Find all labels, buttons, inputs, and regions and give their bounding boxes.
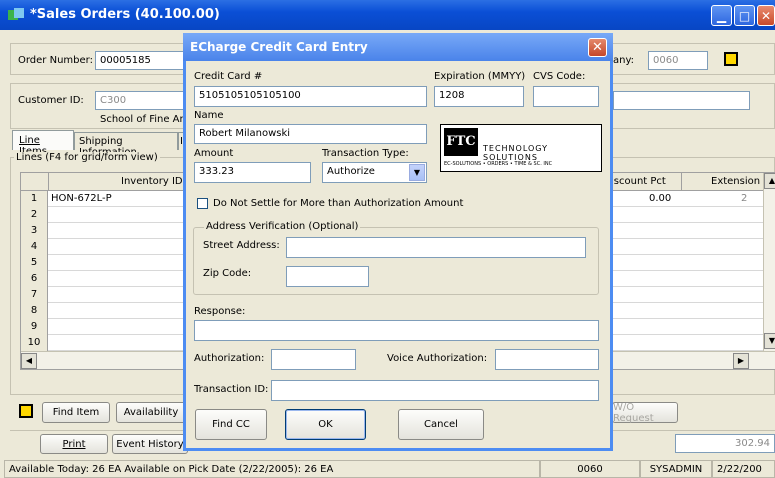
chevron-down-icon[interactable]: ▼ <box>409 164 425 181</box>
row-number: 9 <box>21 319 48 335</box>
sales-order-app-icon <box>8 8 24 20</box>
order-number-label: Order Number: <box>18 55 93 66</box>
status-user: SYSADMIN <box>640 460 712 478</box>
col-inventory-id[interactable]: Inventory ID <box>121 176 183 187</box>
response-label: Response: <box>194 306 246 317</box>
no-settle-label: Do Not Settle for More than Authorizatio… <box>213 198 464 209</box>
window-title: *Sales Orders (40.100.00) <box>30 7 220 22</box>
no-settle-checkbox[interactable] <box>197 198 208 209</box>
cvs-label: CVS Code: <box>533 71 586 82</box>
row-discount-pct: 0.00 <box>649 193 672 204</box>
logo-subtext: EC-SOLUTIONS • ORDERS • TIME & SC. INC <box>444 161 553 167</box>
name-label: Name <box>194 110 224 121</box>
row-number: 8 <box>21 303 48 319</box>
street-address-field[interactable] <box>286 237 586 258</box>
minimize-icon: ▁ <box>716 8 727 23</box>
row-inventory-id: HON-672L-P <box>51 193 112 204</box>
maximize-button[interactable]: □ <box>734 5 755 26</box>
transaction-type-value: Authorize <box>327 166 375 177</box>
customer-id-field[interactable]: C300 <box>95 91 185 110</box>
row-number: 10 <box>21 335 48 351</box>
customer-extra-field[interactable] <box>613 91 750 110</box>
row-extension: 2 <box>741 193 748 204</box>
order-number-field[interactable]: 00005185 <box>95 51 185 70</box>
print-button[interactable]: Print <box>40 434 108 454</box>
tab-line-items[interactable]: Line Items <box>12 130 74 157</box>
row-number: 7 <box>21 287 48 303</box>
voice-auth-label: Voice Authorization: <box>387 353 488 364</box>
row-number: 1 <box>21 191 48 207</box>
voice-authorization-field[interactable] <box>495 349 599 370</box>
row-number: 2 <box>21 207 48 223</box>
customer-id-label: Customer ID: <box>18 95 84 106</box>
note-icon[interactable] <box>19 404 33 418</box>
grid-vertical-scrollbar[interactable]: ▲ ▼ <box>763 173 775 351</box>
status-message: Available Today: 26 EA Available on Pick… <box>4 460 540 478</box>
close-icon: ✕ <box>592 40 603 55</box>
scroll-down-icon[interactable]: ▼ <box>764 333 775 349</box>
lines-caption: Lines (F4 for grid/form view) <box>14 152 160 163</box>
dialog-close-button[interactable]: ✕ <box>588 38 607 57</box>
close-icon: ✕ <box>760 8 772 23</box>
find-item-button[interactable]: Find Item <box>42 402 110 423</box>
authorization-label: Authorization: <box>194 353 265 364</box>
note-icon[interactable] <box>724 52 738 66</box>
address-group-label: Address Verification (Optional) <box>204 221 361 232</box>
col-extension[interactable]: Extension <box>711 176 760 187</box>
transaction-type-label: Transaction Type: <box>322 148 409 159</box>
ftc-logo-mark: FTC <box>444 128 478 156</box>
credit-card-label: Credit Card # <box>194 71 263 82</box>
scroll-right-icon[interactable]: ▶ <box>733 353 749 369</box>
company-field[interactable]: 0060 <box>648 51 708 70</box>
company-label: any: <box>613 55 635 66</box>
customer-name: School of Fine Art <box>100 114 188 125</box>
status-date: 2/22/200 <box>712 460 775 478</box>
amount-label: Amount <box>194 148 234 159</box>
find-cc-button[interactable]: Find CC <box>195 409 267 440</box>
order-total-field: 302.94 <box>675 434 775 453</box>
col-discount-pct[interactable]: iscount Pct <box>611 176 666 187</box>
response-field[interactable] <box>194 320 599 341</box>
name-field[interactable]: Robert Milanowski <box>194 124 427 144</box>
ok-button[interactable]: OK <box>285 409 366 440</box>
transaction-id-field[interactable] <box>271 380 599 401</box>
zip-code-field[interactable] <box>286 266 369 287</box>
maximize-icon: □ <box>738 8 751 23</box>
expiration-field[interactable]: 1208 <box>434 86 524 107</box>
minimize-button[interactable]: ▁ <box>711 5 732 26</box>
transaction-id-label: Transaction ID: <box>194 384 269 395</box>
close-window-button[interactable]: ✕ <box>757 5 775 26</box>
cvs-field[interactable] <box>533 86 599 107</box>
scroll-up-icon[interactable]: ▲ <box>764 173 775 189</box>
dialog-title: ECharge Credit Card Entry <box>190 40 368 54</box>
row-number: 4 <box>21 239 48 255</box>
logo-text: TECHNOLOGY SOLUTIONS <box>483 144 548 162</box>
tab-shipping-information[interactable]: Shipping Information <box>74 132 178 158</box>
technology-solutions-logo: FTC TECHNOLOGY SOLUTIONS EC-SOLUTIONS • … <box>440 124 602 172</box>
cancel-button[interactable]: Cancel <box>398 409 484 440</box>
street-label: Street Address: <box>203 240 280 251</box>
availability-button[interactable]: Availability <box>116 402 186 423</box>
expiration-label: Expiration (MMYY) <box>434 71 526 82</box>
zip-label: Zip Code: <box>203 268 252 279</box>
wo-request-button[interactable]: W/O Request <box>612 402 678 424</box>
authorization-field[interactable] <box>271 349 356 370</box>
row-number: 3 <box>21 223 48 239</box>
status-company: 0060 <box>540 460 640 478</box>
scroll-left-icon[interactable]: ◀ <box>21 353 37 369</box>
transaction-type-select[interactable]: Authorize ▼ <box>322 162 427 183</box>
row-number: 5 <box>21 255 48 271</box>
event-history-button[interactable]: Event History <box>112 434 188 454</box>
credit-card-field[interactable]: 5105105105105100 <box>194 86 427 107</box>
amount-field[interactable]: 333.23 <box>194 162 311 183</box>
row-number: 6 <box>21 271 48 287</box>
